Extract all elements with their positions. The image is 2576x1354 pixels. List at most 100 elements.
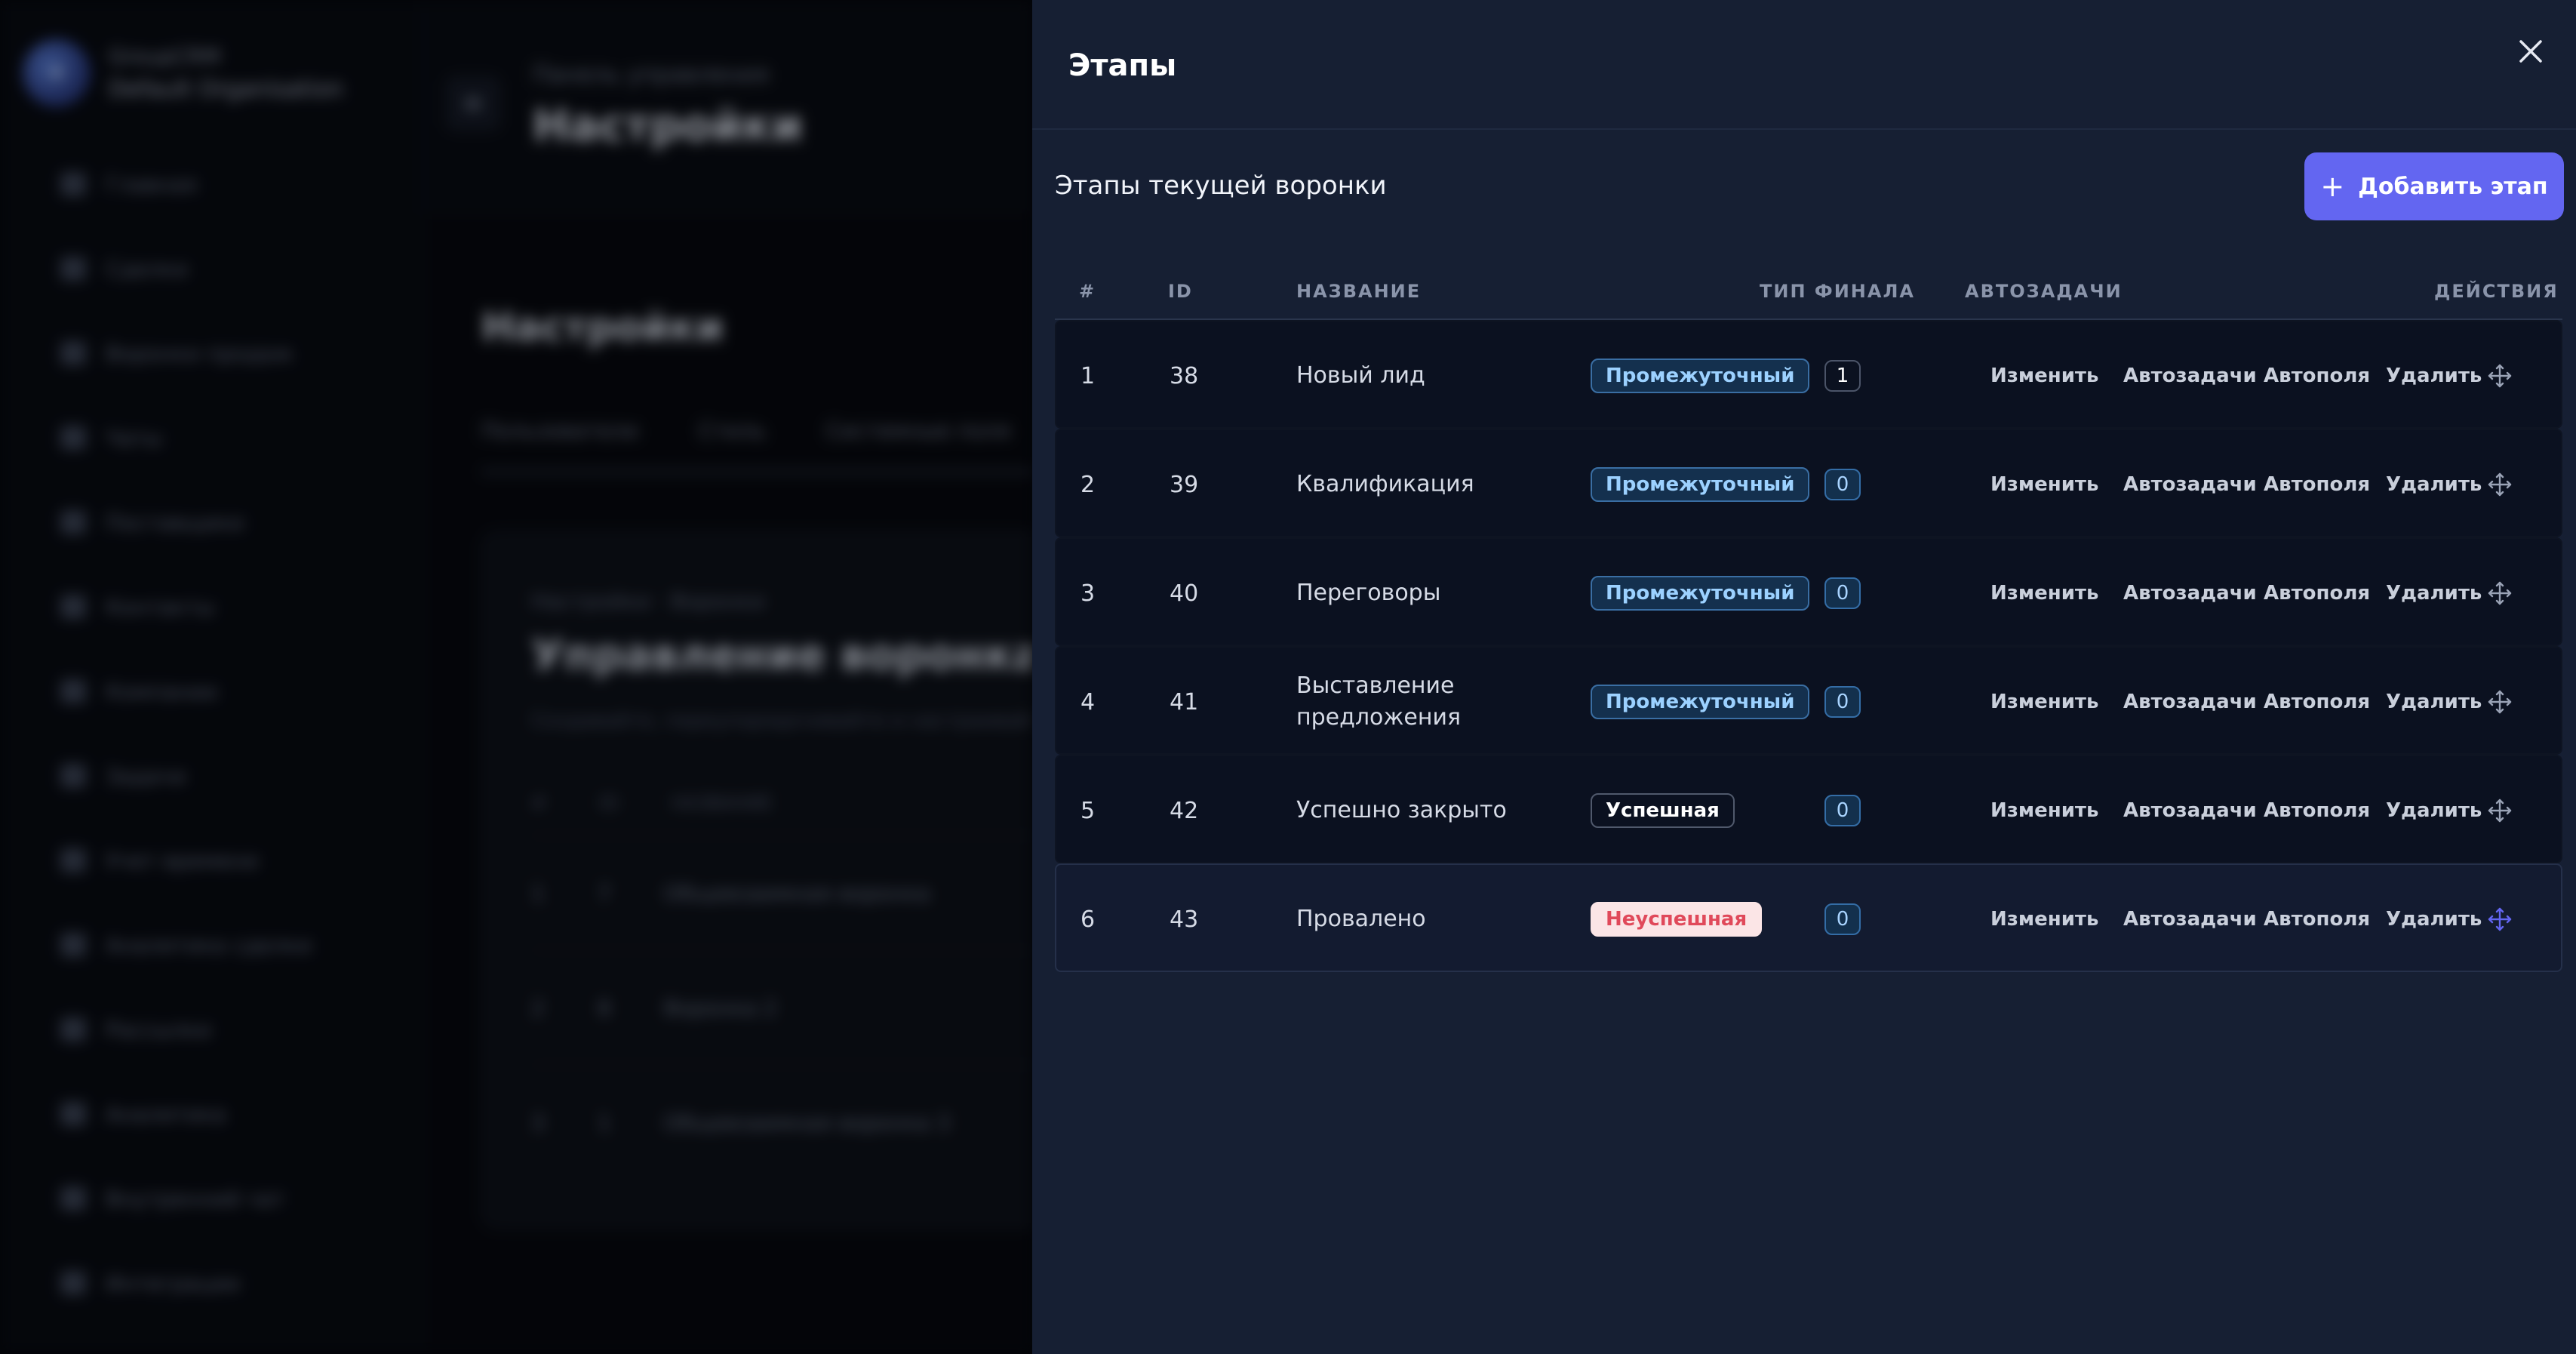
drag-handle[interactable] — [2487, 648, 2513, 756]
edit-button[interactable]: Изменить — [1990, 365, 2098, 387]
actions-cell: Автозадачи — [2123, 648, 2257, 756]
stage-id: 39 — [1170, 471, 1199, 498]
autotasks-cell: 0 — [1824, 430, 1861, 539]
autotasks-cell: 0 — [1824, 756, 1861, 865]
delete-button[interactable]: Удалить — [2386, 799, 2482, 822]
final-type-cell: Промежуточный — [1591, 430, 1810, 539]
column-autotasks: АВТОЗАДАЧИ — [1965, 281, 2123, 302]
stage-name: Провалено — [1296, 906, 1426, 932]
final-type-cell: Успешная — [1591, 756, 1735, 865]
edit-button[interactable]: Изменить — [1990, 473, 2098, 496]
drag-icon — [2488, 581, 2512, 605]
edit-button[interactable]: Изменить — [1990, 799, 2098, 822]
final-type-badge: Промежуточный — [1591, 685, 1810, 719]
stage-name: Новый лид — [1296, 362, 1425, 389]
section-title: Этапы текущей воронки — [1055, 171, 1387, 201]
drag-icon — [2488, 799, 2512, 823]
actions-cell: Изменить — [1990, 648, 2098, 756]
table-row: 5 42 Успешно закрыто Успешная 0 Изменить… — [1055, 755, 2562, 863]
autotasks-button[interactable]: Автозадачи — [2123, 691, 2257, 713]
table-row: 4 41 Выставление предложения Промежуточн… — [1055, 646, 2562, 755]
autotasks-count-badge: 0 — [1824, 577, 1861, 609]
autofields-button[interactable]: Автополя — [2264, 473, 2370, 496]
modal-backdrop[interactable] — [0, 0, 1032, 1354]
stage-num: 4 — [1081, 688, 1096, 715]
actions-cell: Изменить — [1990, 865, 2098, 974]
table-row: 3 40 Переговоры Промежуточный 0 Изменить… — [1055, 537, 2562, 646]
autofields-button[interactable]: Автополя — [2264, 582, 2370, 605]
plus-icon: + — [2320, 170, 2345, 203]
actions-cell: Автополя — [2264, 322, 2370, 430]
drag-icon — [2488, 690, 2512, 714]
autotasks-cell: 1 — [1824, 322, 1861, 430]
autotasks-button[interactable]: Автозадачи — [2123, 473, 2257, 496]
add-stage-button[interactable]: + Добавить этап — [2304, 152, 2564, 220]
delete-button[interactable]: Удалить — [2386, 691, 2482, 713]
delete-button[interactable]: Удалить — [2386, 365, 2482, 387]
stage-name: Успешно закрыто — [1296, 797, 1507, 823]
actions-cell: Автозадачи — [2123, 539, 2257, 648]
actions-cell: Удалить — [2386, 865, 2482, 974]
drag-handle[interactable] — [2487, 865, 2513, 974]
column-name: НАЗВАНИЕ — [1296, 281, 1422, 302]
drag-handle[interactable] — [2487, 539, 2513, 648]
actions-cell: Удалить — [2386, 539, 2482, 648]
actions-cell: Изменить — [1990, 539, 2098, 648]
stage-name: Выставление предложения — [1296, 672, 1462, 731]
table-body: 1 38 Новый лид Промежуточный 1 Изменить … — [1055, 320, 2562, 972]
actions-cell: Удалить — [2386, 756, 2482, 865]
drag-handle[interactable] — [2487, 756, 2513, 865]
autotasks-cell: 0 — [1824, 539, 1861, 648]
actions-cell: Удалить — [2386, 648, 2482, 756]
table-row: 1 38 Новый лид Промежуточный 1 Изменить … — [1055, 320, 2562, 429]
stage-name: Квалификация — [1296, 471, 1474, 497]
stage-id: 38 — [1170, 362, 1199, 389]
final-type-cell: Промежуточный — [1591, 322, 1810, 430]
final-type-badge: Промежуточный — [1591, 359, 1810, 393]
add-stage-label: Добавить этап — [2358, 173, 2548, 200]
drag-handle[interactable] — [2487, 430, 2513, 539]
stage-num: 2 — [1081, 471, 1096, 498]
stages-drawer: Этапы Этапы текущей воронки + Добавить э… — [1032, 0, 2576, 1354]
final-type-cell: Неуспешная — [1591, 865, 1763, 974]
actions-cell: Автозадачи — [2123, 865, 2257, 974]
autotasks-count-badge: 1 — [1824, 360, 1861, 392]
actions-cell: Удалить — [2386, 430, 2482, 539]
close-button[interactable] — [2507, 27, 2555, 75]
delete-button[interactable]: Удалить — [2386, 908, 2482, 931]
autotasks-button[interactable]: Автозадачи — [2123, 908, 2257, 931]
autotasks-button[interactable]: Автозадачи — [2123, 365, 2257, 387]
stage-name: Переговоры — [1296, 580, 1441, 606]
edit-button[interactable]: Изменить — [1990, 691, 2098, 713]
drag-handle[interactable] — [2487, 322, 2513, 430]
actions-cell: Удалить — [2386, 322, 2482, 430]
actions-cell: Автозадачи — [2123, 430, 2257, 539]
drag-icon — [2488, 472, 2512, 497]
stage-id: 42 — [1170, 797, 1199, 824]
autotasks-count-badge: 0 — [1824, 795, 1861, 826]
autotasks-cell: 0 — [1824, 865, 1861, 974]
actions-cell: Автозадачи — [2123, 756, 2257, 865]
table-row: 6 43 Провалено Неуспешная 0 Изменить Авт… — [1055, 863, 2562, 972]
edit-button[interactable]: Изменить — [1990, 908, 2098, 931]
edit-button[interactable]: Изменить — [1990, 582, 2098, 605]
autotasks-count-badge: 0 — [1824, 903, 1861, 935]
delete-button[interactable]: Удалить — [2386, 473, 2482, 496]
final-type-badge: Успешная — [1591, 793, 1735, 828]
autotasks-button[interactable]: Автозадачи — [2123, 582, 2257, 605]
autofields-button[interactable]: Автополя — [2264, 365, 2370, 387]
actions-cell: Автополя — [2264, 648, 2370, 756]
delete-button[interactable]: Удалить — [2386, 582, 2482, 605]
autofields-button[interactable]: Автополя — [2264, 691, 2370, 713]
actions-cell: Автозадачи — [2123, 322, 2257, 430]
stages-table: # ID НАЗВАНИЕ ТИП ФИНАЛА АВТОЗАДАЧИ ДЕЙС… — [1055, 261, 2562, 972]
autotasks-button[interactable]: Автозадачи — [2123, 799, 2257, 822]
autofields-button[interactable]: Автополя — [2264, 799, 2370, 822]
stage-num: 6 — [1081, 906, 1096, 933]
stage-num: 5 — [1081, 797, 1096, 824]
column-id: ID — [1168, 281, 1193, 302]
table-header: # ID НАЗВАНИЕ ТИП ФИНАЛА АВТОЗАДАЧИ ДЕЙС… — [1055, 261, 2562, 320]
autofields-button[interactable]: Автополя — [2264, 908, 2370, 931]
stage-num: 3 — [1081, 580, 1096, 607]
drawer-title: Этапы — [1068, 48, 1177, 83]
